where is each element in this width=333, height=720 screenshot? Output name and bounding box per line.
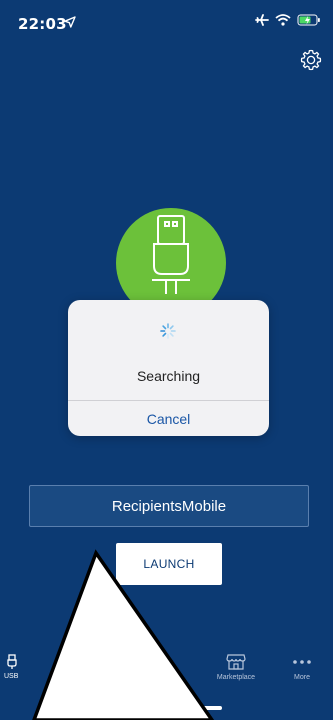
white-triangle-overlay: [32, 549, 215, 720]
